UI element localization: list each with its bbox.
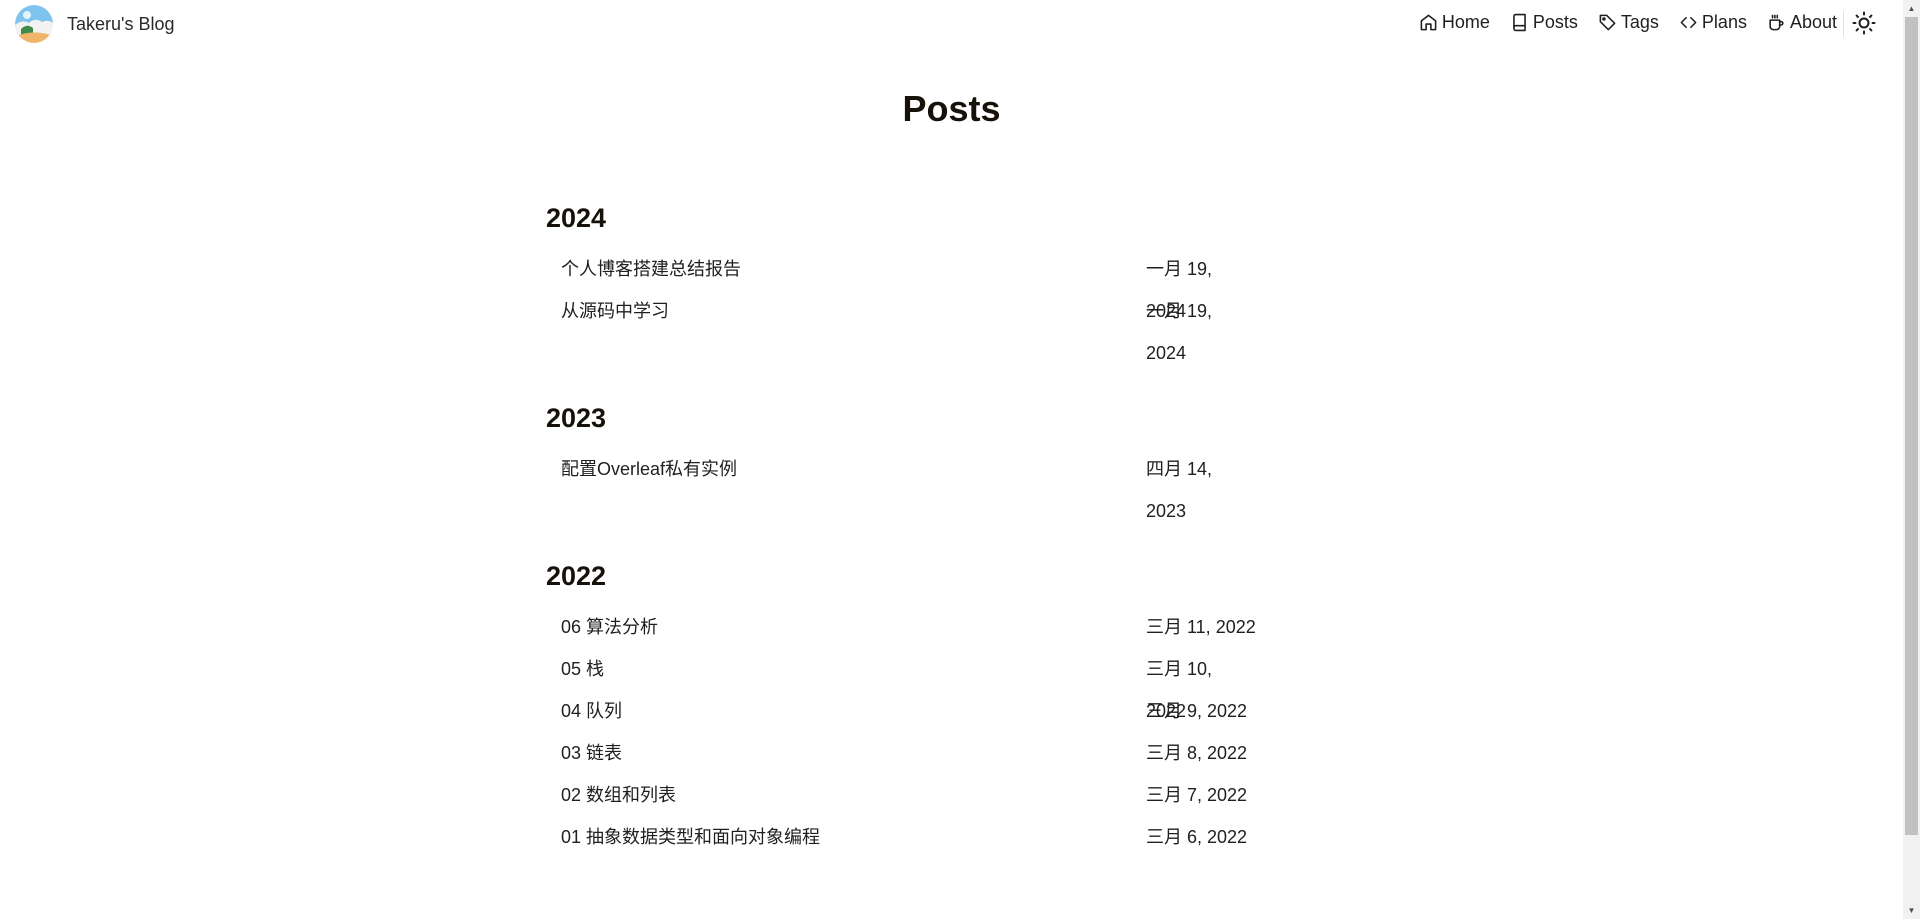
site-header: Takeru's Blog Home Posts Tags Plans Abou…: [0, 0, 1903, 48]
post-date: 三月 9, 2022: [1146, 701, 1248, 721]
page-title: Posts: [902, 88, 1001, 129]
page: Takeru's Blog Home Posts Tags Plans Abou…: [0, 0, 1920, 919]
post-date: 一月 19, 2024: [1146, 259, 1213, 321]
post-row[interactable]: 配置Overleaf私有实例 四月 14, 2023: [546, 448, 1256, 521]
post-row[interactable]: 02 数组和列表 三月 7, 2022: [546, 774, 1256, 816]
post-date: 三月 8, 2022: [1146, 743, 1248, 763]
tag-icon: [1598, 13, 1617, 32]
post-row[interactable]: 04 队列 三月 9, 2022: [546, 690, 1256, 732]
post-title-link[interactable]: 06 算法分析: [561, 606, 658, 648]
post-date: 四月 14, 2023: [1146, 459, 1213, 521]
year-heading: 2023: [546, 403, 607, 433]
nav-label-about: About: [1789, 12, 1837, 32]
code-icon: [1679, 13, 1698, 32]
sun-icon: [1852, 11, 1876, 35]
avatar: [15, 5, 53, 43]
post-title-link[interactable]: 个人博客搭建总结报告: [561, 248, 741, 290]
year-heading: 2022: [546, 561, 607, 591]
nav-item-home[interactable]: Home: [1419, 12, 1490, 33]
year-group-2022: 2022 06 算法分析 三月 11, 2022 05 栈 三月 10, 202…: [546, 558, 1256, 858]
year-group-2023: 2023 配置Overleaf私有实例 四月 14, 2023: [546, 400, 1256, 521]
site-brand-link[interactable]: Takeru's Blog: [15, 5, 175, 43]
nav-divider: [1843, 11, 1844, 37]
nav-item-tags[interactable]: Tags: [1598, 12, 1659, 33]
main-nav: Home Posts Tags Plans About: [1399, 12, 1837, 33]
year-heading: 2024: [546, 203, 607, 233]
nav-label-posts: Posts: [1532, 12, 1578, 32]
post-title-link[interactable]: 03 链表: [561, 732, 622, 774]
coffee-icon: [1767, 13, 1786, 32]
post-row[interactable]: 个人博客搭建总结报告 一月 19, 2024: [546, 248, 1256, 321]
nav-item-about[interactable]: About: [1767, 12, 1837, 33]
post-row[interactable]: 从源码中学习 一月 19, 2024: [546, 290, 1256, 363]
vertical-scrollbar[interactable]: ▲ ▼: [1903, 0, 1920, 919]
post-date: 三月 7, 2022: [1146, 785, 1248, 805]
nav-item-plans[interactable]: Plans: [1679, 12, 1747, 33]
post-date: 三月 10, 2022: [1146, 659, 1213, 721]
post-title-link[interactable]: 04 队列: [561, 690, 622, 732]
nav-item-posts[interactable]: Posts: [1510, 12, 1578, 33]
post-date: 三月 6, 2022: [1146, 827, 1248, 847]
post-title-link[interactable]: 配置Overleaf私有实例: [561, 448, 737, 490]
post-row[interactable]: 05 栈 三月 10, 2022: [546, 648, 1256, 721]
theme-toggle-button[interactable]: [1852, 11, 1876, 35]
home-icon: [1419, 13, 1438, 32]
scroll-down-arrow-icon[interactable]: ▼: [1903, 902, 1920, 919]
post-row[interactable]: 01 抽象数据类型和面向对象编程 三月 6, 2022: [546, 816, 1256, 858]
post-title-link[interactable]: 05 栈: [561, 648, 604, 690]
post-title-link[interactable]: 02 数组和列表: [561, 774, 676, 816]
post-date: 三月 11, 2022: [1146, 617, 1256, 637]
scroll-up-arrow-icon[interactable]: ▲: [1903, 0, 1920, 17]
site-title: Takeru's Blog: [67, 13, 175, 34]
post-row[interactable]: 03 链表 三月 8, 2022: [546, 732, 1256, 774]
year-group-2024: 2024 个人博客搭建总结报告 一月 19, 2024 从源码中学习 一月 19…: [546, 200, 1256, 363]
nav-label-tags: Tags: [1620, 12, 1659, 32]
post-date: 一月 19, 2024: [1146, 301, 1213, 363]
scrollbar-thumb[interactable]: [1905, 17, 1918, 835]
nav-label-home: Home: [1441, 12, 1490, 32]
book-icon: [1510, 13, 1529, 32]
nav-label-plans: Plans: [1701, 12, 1747, 32]
post-title-link[interactable]: 从源码中学习: [561, 290, 669, 332]
post-row[interactable]: 06 算法分析 三月 11, 2022: [546, 606, 1256, 648]
post-title-link[interactable]: 01 抽象数据类型和面向对象编程: [561, 816, 820, 858]
posts-archive: 2024 个人博客搭建总结报告 一月 19, 2024 从源码中学习 一月 19…: [546, 200, 1256, 919]
